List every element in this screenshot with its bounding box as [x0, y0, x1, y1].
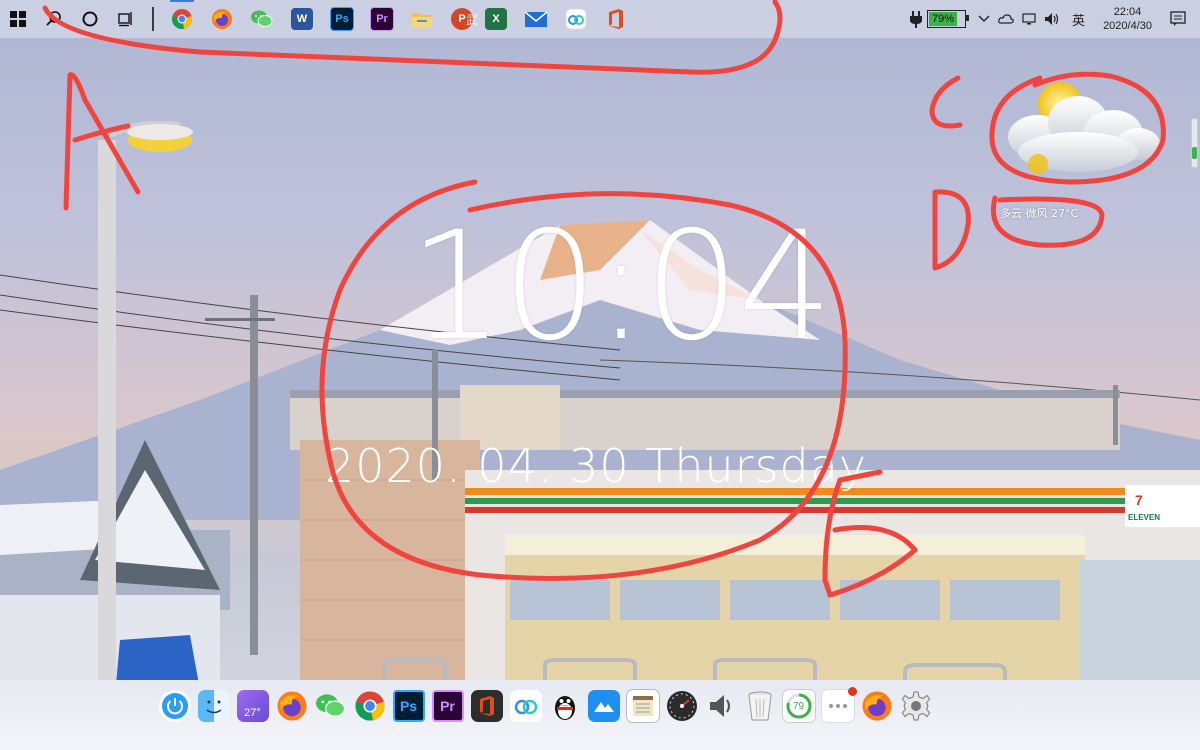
taskbar-app-file-explorer[interactable]: [402, 0, 442, 38]
power-icon: [158, 690, 191, 722]
firefox-icon: [276, 691, 307, 721]
finder-icon: [197, 690, 230, 722]
taskbar-app-mail[interactable]: [516, 0, 556, 38]
wechat-icon: [315, 694, 345, 717]
more-dots-icon: [820, 687, 857, 723]
firefox-icon: [861, 691, 892, 721]
dock-item-battery[interactable]: 79: [780, 687, 818, 725]
cortana-circle-icon[interactable]: [72, 0, 108, 38]
netdisk-icon: [565, 8, 587, 30]
taskbar-app-premiere[interactable]: Pr: [362, 0, 402, 38]
system-tray: 79% 英 22:04 2020/4/30: [909, 0, 1200, 38]
weather-summary: 多云 微风 27°C: [1000, 207, 1079, 220]
taskbar-clock[interactable]: 22:04 2020/4/30: [1103, 5, 1152, 33]
chrome-icon: [172, 9, 192, 29]
network-icon[interactable]: [1022, 13, 1036, 25]
taskbar-app-wechat[interactable]: [242, 0, 282, 38]
taskbar-time: 22:04: [1113, 6, 1142, 18]
dock-item-settings[interactable]: [897, 687, 935, 725]
trash-icon: [748, 691, 771, 721]
taskbar-app-chrome[interactable]: [162, 0, 202, 38]
input-method-indicator[interactable]: 英: [1072, 10, 1085, 29]
taskbar-app-word[interactable]: W: [282, 0, 322, 38]
windows-taskbar: W Ps Pr P 武 X 79% 英 22:04 2020/4/30: [0, 0, 1200, 38]
photoshop-icon: Ps: [392, 690, 425, 722]
taskbar-app-baidu-netdisk[interactable]: [556, 0, 596, 38]
taskbar-app-office[interactable]: [596, 0, 636, 38]
speedometer-icon: [666, 691, 697, 721]
battery-ring-value: 79: [792, 700, 805, 712]
gear-icon: [901, 691, 930, 721]
taskbar-app-excel[interactable]: X: [476, 0, 516, 38]
task-view-icon[interactable]: [108, 0, 144, 38]
partly-cloudy-icon[interactable]: [998, 82, 1163, 182]
dock-item-wechat[interactable]: [312, 687, 350, 725]
office-icon: [470, 690, 503, 722]
svg-text:ELEVEN: ELEVEN: [1128, 513, 1160, 522]
weather-temperature: 27°: [244, 707, 261, 719]
word-icon: W: [291, 8, 313, 30]
volume-icon[interactable]: [1044, 12, 1060, 26]
dock-bar: 27° Ps Pr 79: [155, 684, 935, 728]
notes-icon: [625, 689, 660, 723]
taskbar-app-firefox[interactable]: [202, 0, 242, 38]
dock-item-speaker[interactable]: [702, 687, 740, 725]
taskbar-app-photoshop[interactable]: Ps: [322, 0, 362, 38]
dock-item-office[interactable]: [468, 687, 506, 725]
dock-item-power[interactable]: [156, 687, 194, 725]
onedrive-cloud-icon[interactable]: [998, 14, 1014, 24]
speaker-icon: [709, 695, 730, 717]
dock-item-feishu[interactable]: [585, 687, 623, 725]
folder-icon: [412, 13, 432, 27]
dock-item-dashboard[interactable]: [663, 687, 701, 725]
taskbar-separator: [152, 7, 154, 31]
wechat-icon: [251, 10, 273, 27]
action-center-icon[interactable]: [1170, 11, 1186, 27]
search-icon[interactable]: [36, 0, 72, 38]
dock-item-finder[interactable]: [195, 687, 233, 725]
premiere-icon: Pr: [370, 7, 394, 31]
battery-percent: 79%: [929, 12, 958, 26]
dock-item-firefox-2[interactable]: [858, 687, 896, 725]
dock-item-photoshop[interactable]: Ps: [390, 687, 428, 725]
weather-icon: 27°: [236, 690, 269, 722]
taskbar-date: 2020/4/30: [1103, 20, 1152, 32]
power-plug-icon[interactable]: [909, 10, 923, 28]
qq-penguin-icon: [554, 696, 575, 720]
side-slider-widget[interactable]: [1191, 118, 1198, 168]
dock-item-messages[interactable]: [819, 687, 857, 725]
dock-item-weather[interactable]: 27°: [234, 687, 272, 725]
excel-icon: X: [485, 8, 508, 30]
firefox-icon: [212, 9, 232, 29]
office-icon: [609, 9, 624, 29]
dock-item-trash[interactable]: [741, 687, 779, 725]
dock-item-qq[interactable]: [546, 687, 584, 725]
mail-icon: [524, 11, 548, 27]
dock-item-firefox[interactable]: [273, 687, 311, 725]
netdisk-icon: [509, 690, 542, 722]
dock-item-premiere[interactable]: Pr: [429, 687, 467, 725]
dock-item-chrome[interactable]: [351, 687, 389, 725]
battery-ring-icon: 79: [781, 689, 816, 723]
photoshop-icon: Ps: [330, 7, 354, 31]
windows-start-icon[interactable]: [0, 0, 36, 38]
dock-item-notes[interactable]: [624, 687, 662, 725]
svg-text:7: 7: [1135, 492, 1143, 508]
chevron-down-icon[interactable]: [978, 15, 990, 23]
desktop-clock-time: 10:04: [408, 200, 833, 374]
lark-icon: [587, 690, 620, 722]
dock-item-baidu-netdisk[interactable]: [507, 687, 545, 725]
premiere-icon: Pr: [431, 690, 464, 722]
battery-indicator[interactable]: 79%: [927, 10, 970, 28]
desktop-clock-date: 2020. 04. 30 Thursday: [325, 439, 868, 493]
notification-dot: [847, 687, 857, 696]
chrome-icon: [354, 691, 385, 721]
